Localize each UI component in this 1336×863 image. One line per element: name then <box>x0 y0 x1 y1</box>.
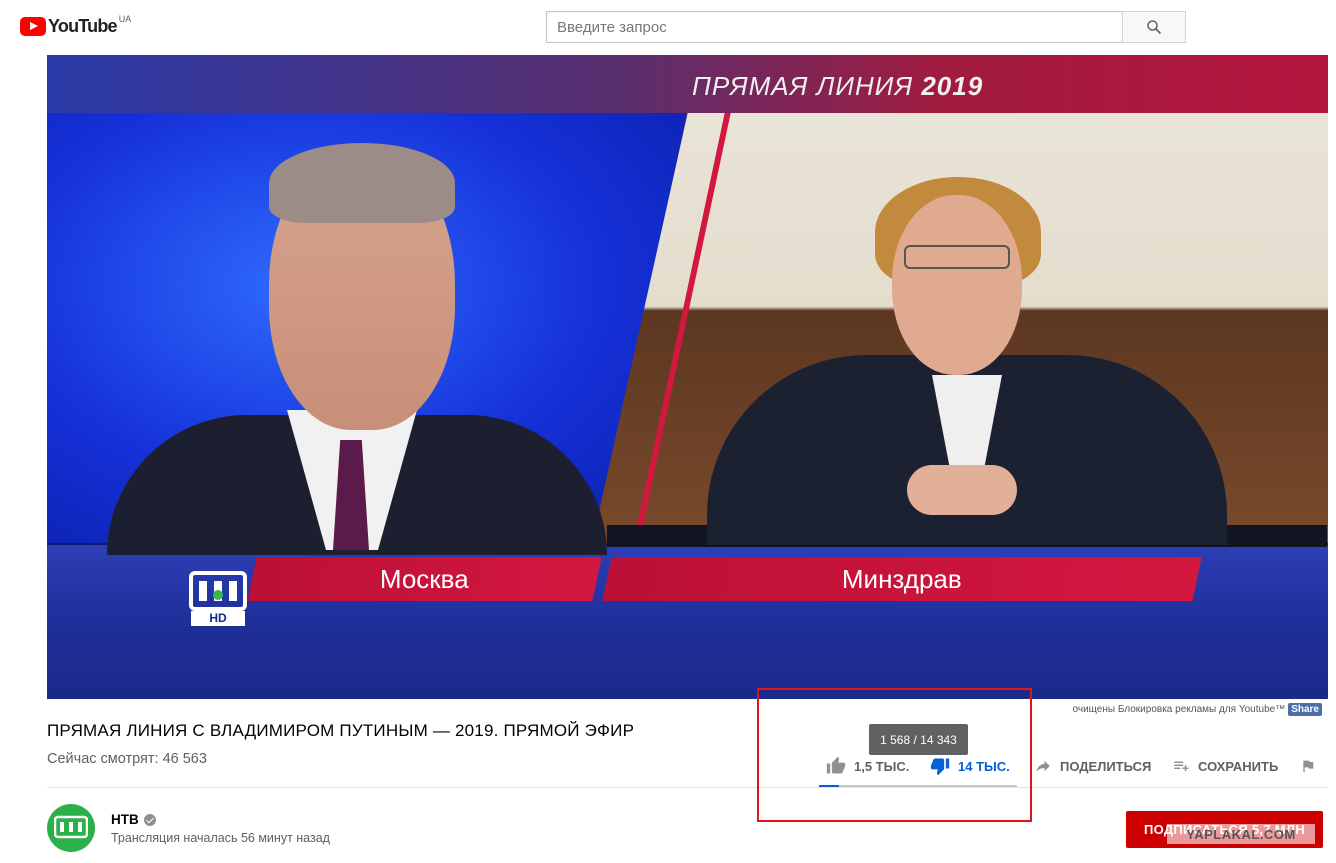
logo-text: YouTube <box>48 16 118 36</box>
video-heading-prefix: ПРЯМАЯ ЛИНИЯ <box>692 71 914 101</box>
ntv-hd-badge: HD <box>191 611 245 626</box>
video-title: ПРЯМАЯ ЛИНИЯ С ВЛАДИМИРОМ ПУТИНЫМ — 2019… <box>47 721 635 740</box>
report-button[interactable] <box>1300 758 1316 774</box>
left-speaker-hair <box>269 143 455 223</box>
section-divider <box>47 787 1328 788</box>
channel-name[interactable]: НТВ <box>111 812 156 827</box>
search-icon <box>1147 20 1161 34</box>
verified-check-icon <box>143 813 156 826</box>
video-heading: ПРЯМАЯ ЛИНИЯ 2019 <box>692 71 983 102</box>
video-heading-year: 2019 <box>921 71 984 101</box>
playlist-add-icon <box>1174 761 1189 772</box>
adblock-note-text: очищены Блокировка рекламы для Youtube™ <box>1072 704 1286 715</box>
share-label: ПОДЕЛИТЬСЯ <box>1060 758 1152 774</box>
save-label: СОХРАНИТЬ <box>1198 758 1279 774</box>
right-speaker-head <box>892 195 1022 375</box>
masthead: YouTube UA <box>0 0 1336 55</box>
share-arrow-icon <box>1036 760 1050 772</box>
share-button[interactable]: ПОДЕЛИТЬСЯ <box>1034 757 1151 775</box>
search-input[interactable] <box>546 11 1122 43</box>
youtube-play-icon <box>20 17 46 36</box>
channel-name-text: НТВ <box>111 812 139 827</box>
caption-right: Минздрав <box>602 557 1202 601</box>
adblock-note: очищены Блокировка рекламы для Youtube™ … <box>1073 703 1322 716</box>
stream-started-text: Трансляция началась 56 минут назад <box>111 831 330 845</box>
annotation-highlight-box <box>757 688 1032 822</box>
adblock-share-button[interactable]: Share <box>1288 703 1322 716</box>
logo-region: UA <box>118 13 132 24</box>
ntv-avatar-icon <box>54 815 88 839</box>
video-player[interactable]: ПРЯМАЯ ЛИНИЯ 2019 Москва Минздрав HD <box>47 55 1328 699</box>
search-bar <box>546 11 1186 43</box>
viewer-count: Сейчас смотрят: 46 563 <box>47 751 207 767</box>
caption-left: Москва <box>247 557 602 601</box>
channel-avatar[interactable] <box>47 804 95 852</box>
youtube-logo[interactable]: YouTube UA <box>20 13 132 37</box>
right-speaker-glasses <box>904 245 1010 269</box>
site-watermark: YAPLAKAL.COM <box>1167 824 1315 844</box>
caption-right-text: Минздрав <box>842 563 962 594</box>
flag-icon <box>1303 760 1314 772</box>
caption-left-text: Москва <box>380 563 469 594</box>
save-button[interactable]: СОХРАНИТЬ <box>1172 757 1278 775</box>
right-speaker-hands <box>907 465 1017 515</box>
video-frame: ПРЯМАЯ ЛИНИЯ 2019 Москва Минздрав HD <box>47 55 1328 699</box>
search-button[interactable] <box>1122 11 1186 43</box>
